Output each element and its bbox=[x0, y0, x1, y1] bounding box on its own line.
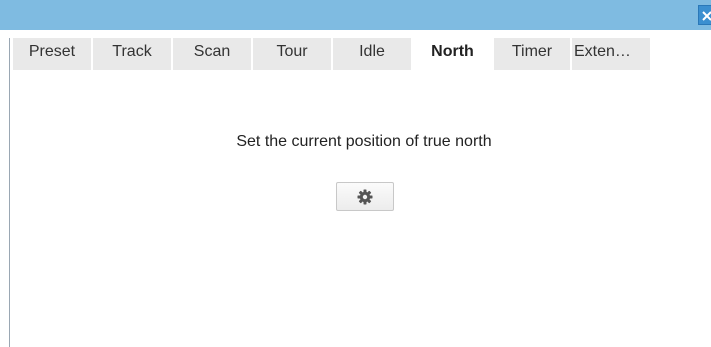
tab-idle[interactable]: Idle bbox=[333, 38, 411, 70]
gear-icon bbox=[357, 189, 373, 205]
north-instruction-text: Set the current position of true north bbox=[236, 133, 492, 150]
ptz-dialog: Preset Track Scan Tour Idle North Timer … bbox=[0, 0, 711, 347]
tab-track[interactable]: Track bbox=[93, 38, 171, 70]
close-icon bbox=[702, 11, 711, 21]
panel-left-border bbox=[9, 38, 10, 347]
tab-scan[interactable]: Scan bbox=[173, 38, 251, 70]
tab-north[interactable]: North bbox=[413, 38, 492, 70]
close-button[interactable] bbox=[698, 5, 711, 25]
tab-extension[interactable]: Exten… bbox=[572, 38, 650, 70]
set-north-button[interactable] bbox=[336, 182, 394, 211]
tab-preset[interactable]: Preset bbox=[13, 38, 91, 70]
tab-timer[interactable]: Timer bbox=[494, 38, 570, 70]
tab-tour[interactable]: Tour bbox=[253, 38, 331, 70]
tab-bar: Preset Track Scan Tour Idle North Timer … bbox=[13, 38, 652, 70]
title-bar bbox=[0, 0, 711, 30]
